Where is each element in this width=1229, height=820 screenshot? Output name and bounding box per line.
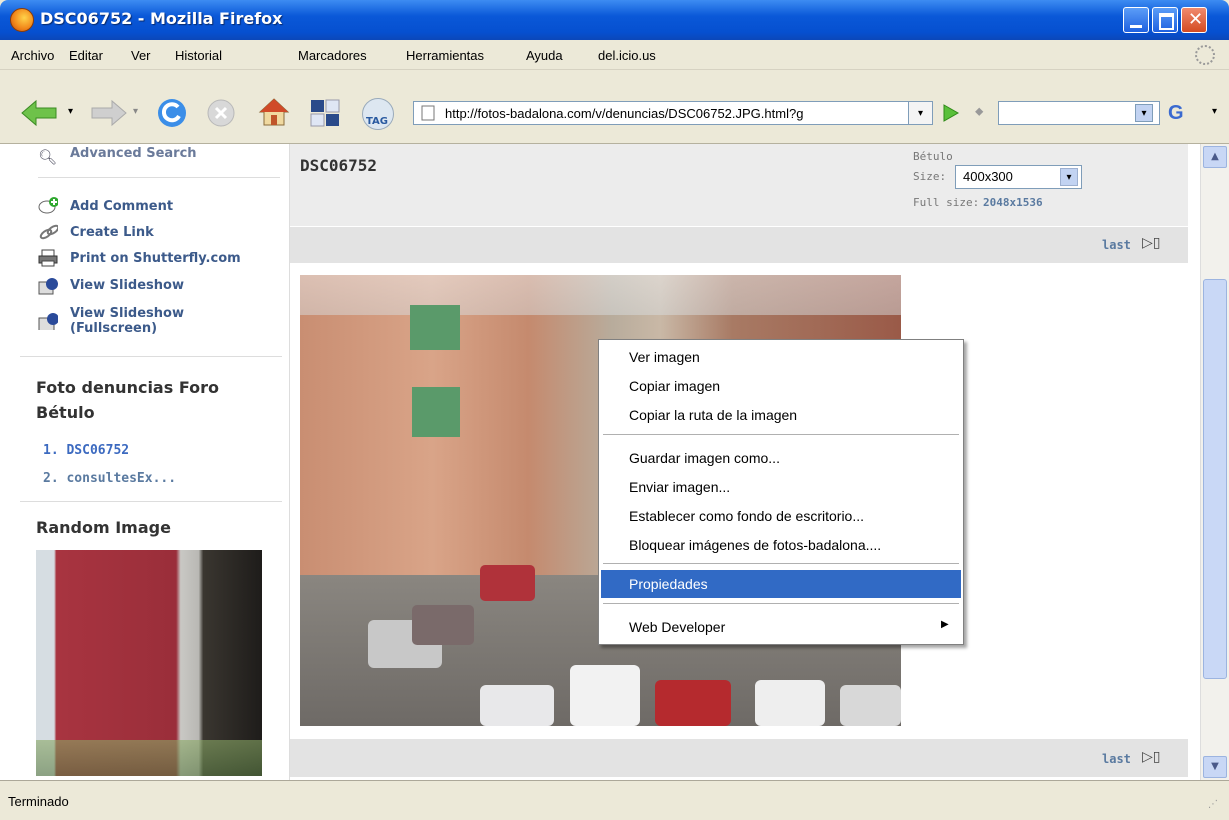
tag-button[interactable]: TAG <box>362 98 394 130</box>
album-item-current[interactable]: 1. DSC06752 <box>43 443 129 458</box>
menu-ver[interactable]: Ver <box>131 48 151 63</box>
ctx-bloquear-imagenes[interactable]: Bloquear imágenes de fotos-badalona.... <box>601 531 961 559</box>
menu-historial[interactable]: Historial <box>175 48 222 63</box>
url-bar[interactable]: http://fotos-badalona.com/v/denuncias/DS… <box>413 101 909 125</box>
divider <box>20 356 282 357</box>
photo-title: DSC06752 <box>300 156 378 175</box>
menu-separator <box>603 603 959 604</box>
stop-icon[interactable] <box>206 98 236 128</box>
last-link-bottom[interactable]: last <box>1102 752 1131 766</box>
random-image-thumbnail[interactable] <box>36 550 262 776</box>
full-size-link[interactable]: 2048x1536 <box>983 196 1043 209</box>
ctx-copiar-ruta[interactable]: Copiar la ruta de la imagen <box>601 401 961 429</box>
scroll-thumb[interactable] <box>1203 279 1227 679</box>
print-shutterfly-link[interactable]: Print on Shutterfly.com <box>70 251 241 266</box>
close-button[interactable]: ✕ <box>1181 7 1207 33</box>
create-link-link[interactable]: Create Link <box>70 225 154 240</box>
scroll-down-icon[interactable]: ▼ <box>1203 756 1227 778</box>
size-label: Size: <box>913 170 947 183</box>
google-search-icon[interactable]: G <box>1168 102 1184 125</box>
printer-icon <box>38 249 58 267</box>
size-select-value: 400x300 <box>963 169 1013 184</box>
slideshow-fullscreen-icon <box>38 313 58 330</box>
home-icon[interactable] <box>258 96 290 128</box>
sidebar: 🔍︎ Advanced Search Add Comment Create Li… <box>0 144 290 780</box>
maximize-button[interactable] <box>1152 7 1178 33</box>
view-slideshow-link[interactable]: View Slideshow <box>70 278 184 293</box>
search-input[interactable]: ▾ <box>998 101 1160 125</box>
album-title: Foto denuncias Foro <box>36 378 219 397</box>
throbber-icon <box>1195 45 1215 65</box>
page-icon <box>421 105 435 121</box>
add-comment-icon <box>38 197 58 214</box>
ctx-copiar-imagen[interactable]: Copiar imagen <box>601 372 961 400</box>
ctx-enviar-imagen[interactable]: Enviar imagen... <box>601 473 961 501</box>
go-arrow-icon[interactable] <box>940 103 960 123</box>
toolbar-splitter-icon[interactable]: ⬥ <box>975 104 983 119</box>
url-history-dropdown[interactable]: ▾ <box>909 101 933 125</box>
divider <box>20 501 282 502</box>
last-link-top[interactable]: last <box>1102 238 1131 252</box>
advanced-search-link[interactable]: Advanced Search <box>70 146 197 161</box>
menu-bar: Archivo Editar Ver Historial Marcadores … <box>0 40 1229 70</box>
forward-dropdown-icon[interactable]: ▾ <box>133 106 138 117</box>
search-dropdown-icon[interactable]: ▾ <box>1135 104 1153 122</box>
context-menu: Ver imagen Copiar imagen Copiar la ruta … <box>598 339 964 645</box>
firefox-logo-icon <box>10 8 34 32</box>
forward-arrow-icon[interactable] <box>88 99 128 127</box>
submenu-arrow-icon: ▶ <box>941 619 949 630</box>
menu-separator <box>603 563 959 564</box>
album-item-link[interactable]: 2. consultesEx... <box>43 471 176 486</box>
ctx-web-developer[interactable]: Web Developer <box>601 613 961 641</box>
status-bar: Terminado ⋰ <box>0 780 1229 820</box>
nav-band-top <box>290 227 1188 263</box>
window-title: DSC06752 - Mozilla Firefox <box>40 9 283 28</box>
menu-separator <box>603 434 959 435</box>
last-arrow-icon[interactable]: ▷▯ <box>1142 749 1160 765</box>
windows-icon[interactable] <box>310 99 340 127</box>
back-dropdown-icon[interactable]: ▾ <box>68 106 73 117</box>
breadcrumb[interactable]: Bétulo <box>913 150 953 163</box>
view-slideshow-fullscreen-link-2[interactable]: (Fullscreen) <box>70 321 157 336</box>
size-dropdown-icon[interactable]: ▾ <box>1060 168 1078 186</box>
nav-band-bottom <box>290 739 1188 777</box>
menu-herramientas[interactable]: Herramientas <box>406 48 484 63</box>
ctx-ver-imagen[interactable]: Ver imagen <box>601 343 961 371</box>
vertical-scrollbar[interactable]: ▲ ▼ <box>1200 144 1229 780</box>
view-slideshow-fullscreen-link[interactable]: View Slideshow <box>70 306 184 321</box>
toolbar-overflow-icon[interactable]: ▾ <box>1212 106 1217 117</box>
back-arrow-icon[interactable] <box>20 99 60 127</box>
menu-archivo[interactable]: Archivo <box>11 48 54 63</box>
reload-icon[interactable] <box>156 97 188 129</box>
menu-delicious[interactable]: del.icio.us <box>598 48 656 63</box>
menu-editar[interactable]: Editar <box>69 48 103 63</box>
divider <box>38 177 280 178</box>
random-image-title: Random Image <box>36 518 171 537</box>
last-arrow-icon[interactable]: ▷▯ <box>1142 235 1160 251</box>
title-bar: DSC06752 - Mozilla Firefox ✕ <box>0 0 1229 40</box>
tag-label: TAG <box>366 116 388 127</box>
ctx-establecer-fondo[interactable]: Establecer como fondo de escritorio... <box>601 502 961 530</box>
slideshow-icon <box>38 278 58 295</box>
chain-link-icon <box>39 224 58 240</box>
ctx-propiedades[interactable]: Propiedades <box>601 570 961 598</box>
scroll-up-icon[interactable]: ▲ <box>1203 146 1227 168</box>
album-title-2: Bétulo <box>36 403 95 422</box>
magnifier-icon: 🔍︎ <box>38 148 58 166</box>
add-comment-link[interactable]: Add Comment <box>70 199 173 214</box>
menu-ayuda[interactable]: Ayuda <box>526 48 563 63</box>
ctx-guardar-imagen[interactable]: Guardar imagen como... <box>601 444 961 472</box>
minimize-button[interactable] <box>1123 7 1149 33</box>
menu-marcadores[interactable]: Marcadores <box>298 48 367 63</box>
url-text[interactable]: http://fotos-badalona.com/v/denuncias/DS… <box>445 106 905 121</box>
full-size-label: Full size: <box>913 196 980 209</box>
navigation-toolbar: ▾ ▾ TAG http://fotos-badalona.com/v/denu… <box>0 70 1229 144</box>
size-select[interactable]: 400x300 ▾ <box>955 165 1082 189</box>
status-text: Terminado <box>8 794 69 809</box>
resize-grip-icon[interactable]: ⋰ <box>1208 799 1218 810</box>
